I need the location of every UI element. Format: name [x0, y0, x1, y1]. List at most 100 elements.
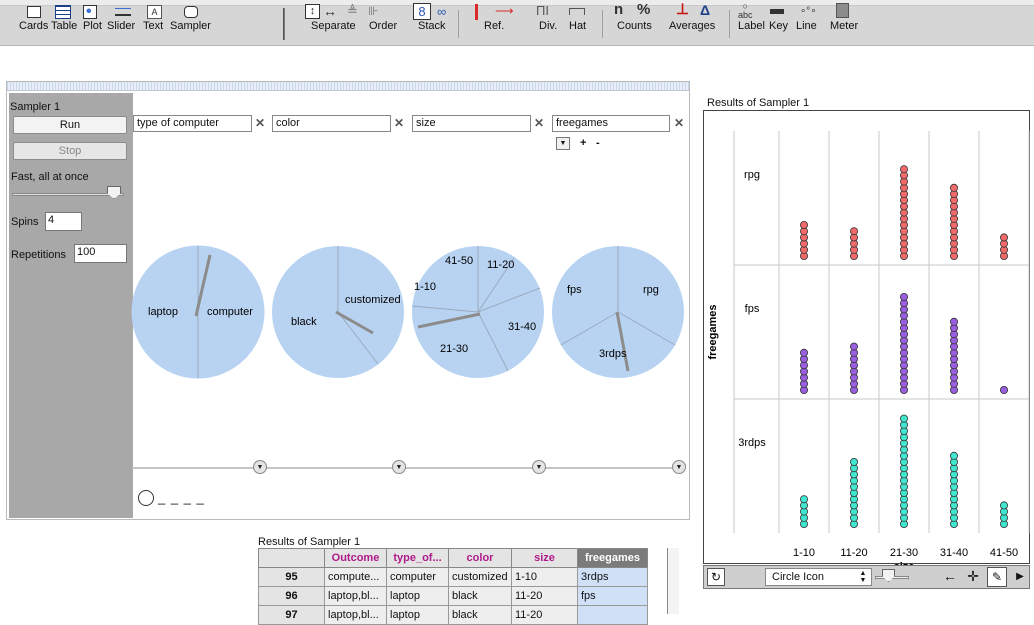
select-arrows-icon[interactable]: ▲ ▼: [857, 570, 869, 584]
speed-slider-track[interactable]: [12, 193, 124, 196]
table-cell[interactable]: 1-10: [511, 567, 578, 587]
slider-icon: [115, 8, 131, 16]
data-point: [999, 233, 1008, 242]
counts-glyph: n: [614, 1, 624, 18]
pencil-icon[interactable]: ✎: [987, 567, 1007, 587]
text-tool[interactable]: Text: [143, 20, 163, 32]
table-cell[interactable]: laptop: [386, 586, 449, 606]
order-bars-icon: ⊪: [368, 4, 379, 18]
meter-tool[interactable]: Meter: [830, 20, 858, 32]
column-header-outcome[interactable]: Outcome: [324, 548, 387, 568]
remove-element-button[interactable]: -: [596, 137, 600, 149]
table-cell[interactable]: computer: [386, 567, 449, 587]
run-button[interactable]: Run: [13, 116, 127, 134]
x-tick-label: 31-40: [940, 547, 968, 559]
close-icon[interactable]: ✕: [532, 116, 546, 130]
table-cell[interactable]: 11-20: [511, 605, 578, 625]
hat-tool[interactable]: Hat: [569, 20, 586, 32]
column-header-size[interactable]: size: [511, 548, 578, 568]
data-point: [800, 221, 809, 230]
play-icon[interactable]: ▶: [1013, 568, 1027, 586]
toolbar-divider: [458, 10, 459, 38]
table-cell[interactable]: compute...: [324, 567, 387, 587]
data-point: [949, 451, 958, 460]
order-tool[interactable]: Order: [369, 20, 397, 32]
attribute-field-size[interactable]: size: [412, 115, 531, 132]
table-cell[interactable]: laptop,bl...: [324, 586, 387, 606]
separate-tool[interactable]: Separate: [311, 20, 356, 32]
spins-input[interactable]: 4: [45, 212, 82, 231]
slider-tool[interactable]: Slider: [107, 20, 135, 32]
table-cell[interactable]: [577, 605, 648, 625]
x-tick-label: 21-30: [890, 547, 918, 559]
table-cell[interactable]: 11-20: [511, 586, 578, 606]
stop-button[interactable]: Stop: [13, 142, 127, 160]
table-row[interactable]: 96 laptop,bl... laptop black 11-20 fps: [258, 586, 648, 606]
label-tool[interactable]: Label: [738, 20, 765, 32]
sampler-tool[interactable]: Sampler: [170, 20, 211, 32]
reference-tool[interactable]: Ref.: [484, 20, 504, 32]
x-tick-label: 41-50: [990, 547, 1018, 559]
column-header-freegames[interactable]: freegames: [577, 548, 648, 568]
results-table[interactable]: Outcome type_of... color size freegames …: [258, 548, 648, 625]
attribute-field-color[interactable]: color: [272, 115, 391, 132]
table-tool[interactable]: Table: [51, 20, 77, 32]
icon-size-slider-thumb[interactable]: [882, 569, 895, 582]
data-point: [800, 495, 809, 504]
crosshair-icon[interactable]: ✛: [963, 568, 983, 586]
row-index: 96: [258, 586, 325, 606]
attribute-field-freegames[interactable]: freegames: [552, 115, 670, 132]
label-icon: ○ abc: [738, 1, 753, 20]
cards-tool[interactable]: Cards: [19, 20, 48, 32]
add-element-button[interactable]: +: [580, 137, 586, 149]
table-row[interactable]: 97 laptop,bl... laptop black 11-20: [258, 605, 648, 625]
icon-type-select[interactable]: Circle Icon: [765, 568, 872, 586]
expand-device-button[interactable]: ▼: [253, 460, 267, 474]
close-icon[interactable]: ✕: [253, 116, 267, 130]
table-cell[interactable]: 3rdps: [577, 567, 648, 587]
close-icon[interactable]: ✕: [672, 116, 686, 130]
attribute-field-type-of-computer[interactable]: type of computer: [133, 115, 252, 132]
expand-device-button[interactable]: ▼: [532, 460, 546, 474]
x-tick-label: 11-20: [840, 547, 867, 559]
divider-tool[interactable]: Div.: [539, 20, 557, 32]
repetitions-input[interactable]: 100: [74, 244, 127, 263]
window-title-bar[interactable]: [7, 82, 689, 91]
table-row[interactable]: 95 compute... computer customized 1-10 3…: [258, 567, 648, 587]
line-tool[interactable]: Line: [796, 20, 817, 32]
dot-plot[interactable]: 1-1011-2021-3031-4041-50sizefreegamesrpg…: [704, 111, 1031, 565]
stack-tool[interactable]: Stack: [418, 20, 446, 32]
separate-horizontal-icon: ↔: [323, 3, 337, 19]
table-cell[interactable]: black: [448, 586, 512, 606]
averages-tool[interactable]: Averages: [669, 20, 715, 32]
averages-icon: ⊥: [676, 1, 690, 18]
device-menu-button[interactable]: ▼: [556, 137, 570, 150]
back-arrow-icon[interactable]: ←: [940, 568, 960, 586]
table-cell[interactable]: laptop: [386, 605, 449, 625]
results-plot[interactable]: 1-1011-2021-3031-4041-50sizefreegamesrpg…: [703, 110, 1031, 565]
expand-device-button[interactable]: ▼: [392, 460, 406, 474]
column-header-color[interactable]: color: [448, 548, 512, 568]
column-header-type-of-computer[interactable]: type_of...: [386, 548, 449, 568]
plot-tool[interactable]: Plot: [83, 20, 102, 32]
expand-device-button[interactable]: ▼: [672, 460, 686, 474]
table-cell[interactable]: laptop,bl...: [324, 605, 387, 625]
counts-tool[interactable]: Counts: [617, 20, 652, 32]
speed-label: Fast, all at once: [11, 171, 89, 183]
plot-icon: [83, 5, 97, 19]
table-cell[interactable]: fps: [577, 586, 648, 606]
x-tick-label: 1-10: [793, 547, 815, 559]
refresh-icon[interactable]: ↻: [707, 568, 725, 586]
table-icon: [55, 5, 71, 19]
column-header-index[interactable]: [258, 548, 325, 568]
table-scrollbar[interactable]: [667, 548, 679, 614]
main-toolbar: A Cards Table Plot Slider Text Sampler ↕…: [0, 0, 1034, 46]
key-tool[interactable]: Key: [769, 20, 788, 32]
close-icon[interactable]: ✕: [392, 116, 406, 130]
data-point: [949, 183, 958, 192]
table-cell[interactable]: customized: [448, 567, 512, 587]
key-icon: [770, 9, 784, 14]
table-cell[interactable]: black: [448, 605, 512, 625]
data-point: [849, 457, 858, 466]
stack-icon: 8: [413, 3, 431, 20]
